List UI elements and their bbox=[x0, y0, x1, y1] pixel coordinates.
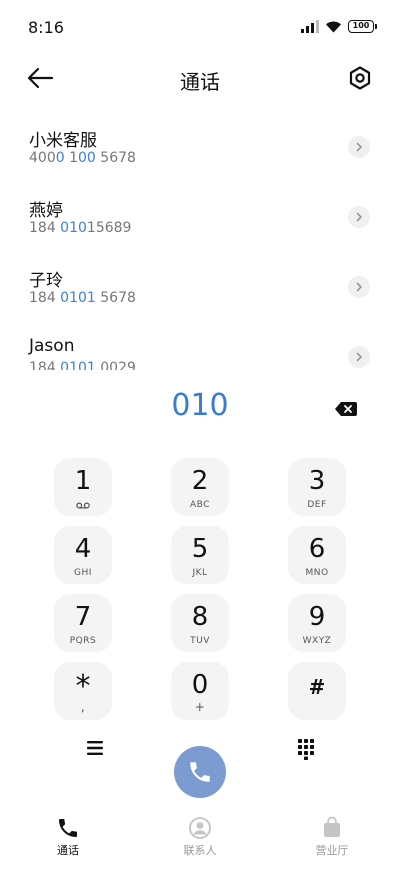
bottom-nav: 通话 联系人 营业厅 bbox=[0, 810, 400, 870]
contact-number: 184 0101 5678 bbox=[29, 290, 136, 306]
contact-icon bbox=[189, 817, 211, 839]
dial-display: 010 bbox=[0, 388, 400, 432]
key-digit: 1 bbox=[74, 466, 92, 496]
key-digit: 4 bbox=[74, 534, 92, 564]
key-letters: + bbox=[194, 700, 206, 714]
key-digit: 7 bbox=[74, 602, 92, 632]
settings-button[interactable] bbox=[346, 64, 374, 92]
contact-detail-button[interactable] bbox=[348, 276, 370, 298]
key-digit: 6 bbox=[308, 534, 326, 564]
key-8[interactable]: 8 TUV bbox=[171, 594, 229, 652]
contact-list: 小米客服 4000 100 5678 燕婷 184 01015689 子玲 18… bbox=[0, 112, 400, 370]
gear-icon bbox=[349, 66, 371, 90]
chevron-right-icon bbox=[356, 282, 363, 292]
shop-bag-icon bbox=[324, 816, 340, 837]
voicemail-icon bbox=[76, 502, 90, 509]
dialpad-icon bbox=[298, 739, 314, 760]
key-6[interactable]: 6 MNO bbox=[288, 526, 346, 584]
key-2[interactable]: 2 ABC bbox=[171, 458, 229, 516]
contact-detail-button[interactable] bbox=[348, 346, 370, 368]
menu-icon bbox=[87, 741, 103, 755]
status-bar: 8:16 100 bbox=[0, 0, 400, 56]
key-letters: WXYZ bbox=[302, 636, 332, 646]
status-time: 8:16 bbox=[28, 18, 64, 37]
key-hash[interactable]: # bbox=[288, 662, 346, 720]
contact-number: 4000 100 5678 bbox=[29, 150, 136, 166]
contact-name: Jason bbox=[29, 336, 75, 356]
key-letters: TUV bbox=[190, 636, 210, 646]
backspace-icon bbox=[335, 402, 357, 416]
battery-icon: 100 bbox=[348, 20, 377, 33]
key-star[interactable]: * , bbox=[54, 662, 112, 720]
nav-item-contacts[interactable]: 联系人 bbox=[160, 810, 240, 866]
contact-number: 184 01015689 bbox=[29, 220, 132, 236]
key-letters: , bbox=[80, 700, 86, 714]
contact-detail-button[interactable] bbox=[348, 136, 370, 158]
chevron-right-icon bbox=[356, 142, 363, 152]
contact-detail-button[interactable] bbox=[348, 206, 370, 228]
nav-label: 营业厅 bbox=[315, 844, 349, 857]
key-letters: MNO bbox=[305, 568, 329, 578]
key-9[interactable]: 9 WXYZ bbox=[288, 594, 346, 652]
chevron-right-icon bbox=[356, 352, 363, 362]
contact-name: 小米客服 bbox=[29, 131, 97, 151]
key-digit: # bbox=[308, 675, 326, 699]
page-title: 通话 bbox=[180, 70, 220, 94]
call-button[interactable] bbox=[174, 746, 226, 798]
key-digit: 2 bbox=[191, 466, 209, 496]
dialpad-toggle-button[interactable] bbox=[296, 738, 316, 760]
status-icons: 100 bbox=[301, 20, 377, 33]
key-letters: DEF bbox=[307, 500, 327, 510]
contact-item[interactable]: Jason 184 0101 0029 bbox=[0, 322, 400, 370]
nav-item-calls[interactable]: 通话 bbox=[28, 810, 108, 866]
key-letters: ABC bbox=[190, 500, 210, 510]
key-1[interactable]: 1 bbox=[54, 458, 112, 516]
contact-item[interactable]: 小米客服 4000 100 5678 bbox=[0, 112, 400, 182]
key-digit: 5 bbox=[191, 534, 209, 564]
nav-label: 通话 bbox=[57, 844, 79, 857]
key-7[interactable]: 7 PQRS bbox=[54, 594, 112, 652]
key-digit: 0 bbox=[191, 670, 209, 700]
contact-name: 燕婷 bbox=[29, 201, 63, 221]
nav-item-store[interactable]: 营业厅 bbox=[292, 810, 372, 866]
key-3[interactable]: 3 DEF bbox=[288, 458, 346, 516]
key-0[interactable]: 0 + bbox=[171, 662, 229, 720]
key-letters: JKL bbox=[192, 568, 208, 578]
phone-icon bbox=[59, 819, 77, 837]
wifi-icon bbox=[326, 21, 341, 33]
contact-number: 184 0101 0029 bbox=[29, 360, 136, 370]
key-letters: PQRS bbox=[69, 636, 97, 646]
header: 通话 bbox=[0, 56, 400, 100]
contact-name: 子玲 bbox=[29, 271, 63, 291]
phone-icon bbox=[190, 762, 210, 782]
contact-item[interactable]: 子玲 184 0101 5678 bbox=[0, 252, 400, 322]
chevron-right-icon bbox=[356, 212, 363, 222]
key-5[interactable]: 5 JKL bbox=[171, 526, 229, 584]
key-digit: 3 bbox=[308, 466, 326, 496]
menu-button[interactable] bbox=[84, 738, 106, 758]
nav-label: 联系人 bbox=[183, 844, 217, 857]
key-letters: GHI bbox=[74, 568, 92, 578]
contact-item[interactable]: 燕婷 184 01015689 bbox=[0, 182, 400, 252]
key-4[interactable]: 4 GHI bbox=[54, 526, 112, 584]
key-digit: 8 bbox=[191, 602, 209, 632]
backspace-button[interactable] bbox=[334, 400, 358, 418]
key-digit: * bbox=[75, 669, 91, 704]
key-digit: 9 bbox=[308, 602, 326, 632]
signal-icon bbox=[301, 20, 319, 33]
